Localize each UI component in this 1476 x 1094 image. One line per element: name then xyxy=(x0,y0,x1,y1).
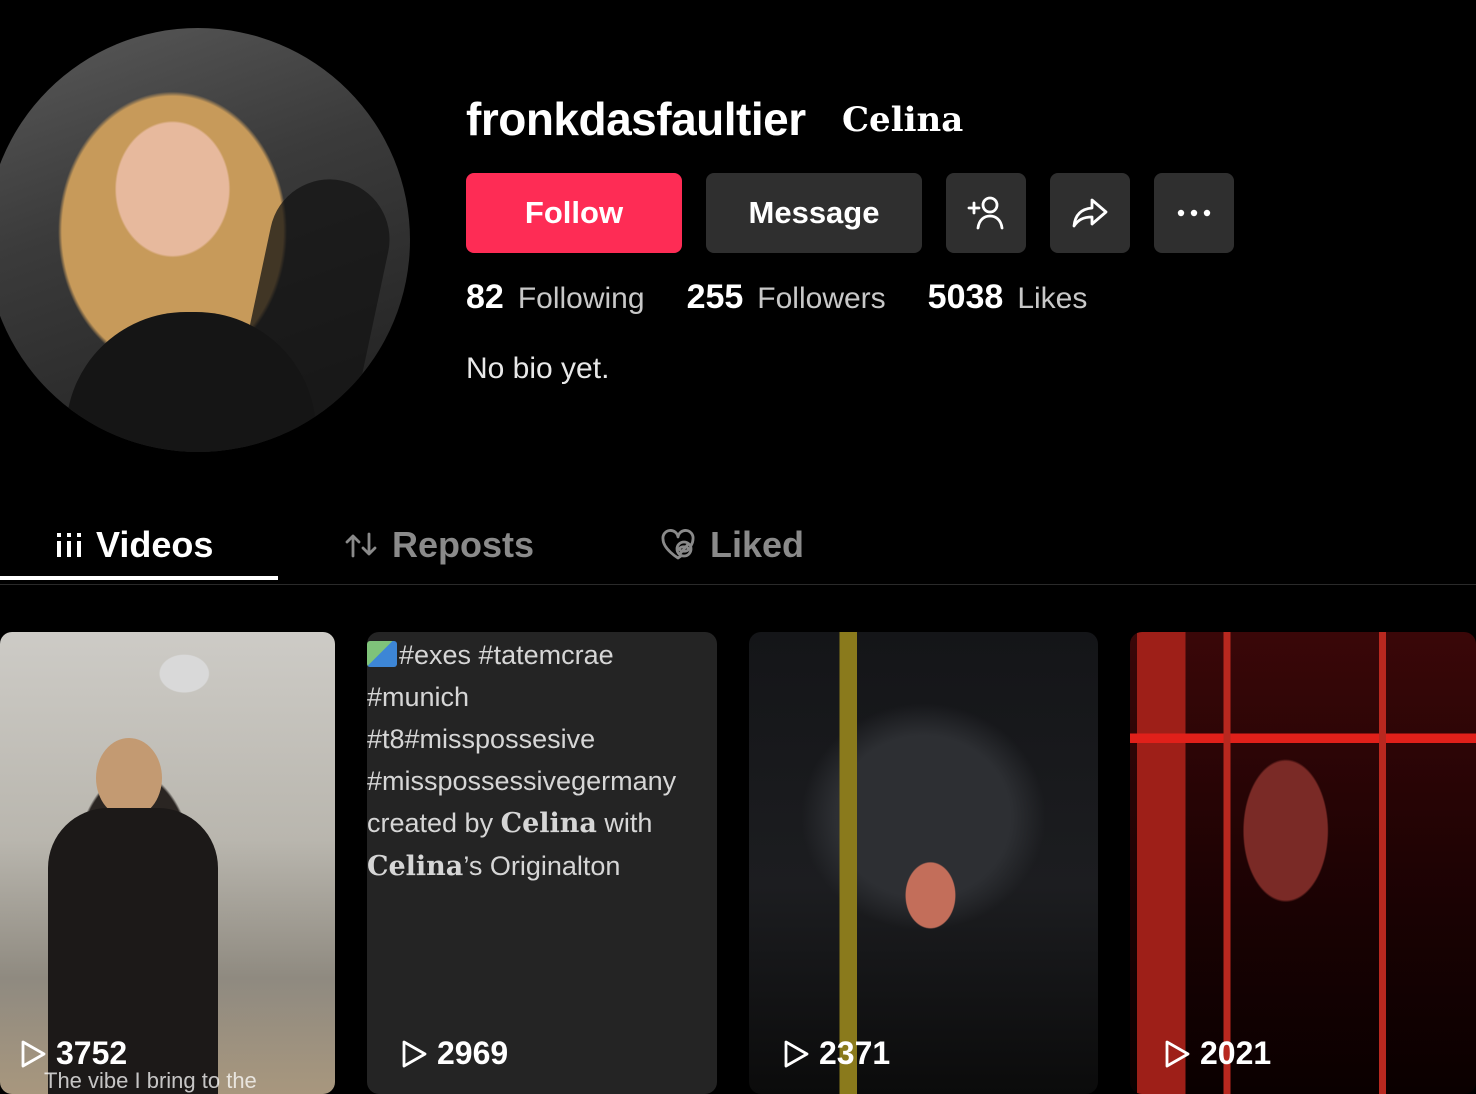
play-icon xyxy=(402,1040,427,1067)
followers-label: Followers xyxy=(757,282,886,315)
more-dots-icon xyxy=(1177,209,1211,217)
profile-tabs: Videos Reposts Liked xyxy=(0,508,1476,585)
profile-bio: No bio yet. xyxy=(466,352,610,385)
play-icon xyxy=(784,1040,809,1067)
view-count-value: 2021 xyxy=(1200,1035,1272,1071)
following-count: 82 xyxy=(466,278,504,316)
tab-videos[interactable]: Videos xyxy=(56,508,213,582)
video-card[interactable]: #exes #tatemcrae #munich #t8#misspossesi… xyxy=(367,632,717,1094)
followers-count: 255 xyxy=(686,278,744,316)
tab-liked[interactable]: Liked xyxy=(660,508,804,582)
tab-videos-label: Videos xyxy=(96,524,214,565)
tab-liked-label: Liked xyxy=(710,524,805,565)
alt-text-line: Celina’s Originalton xyxy=(367,851,621,882)
video-card[interactable]: The vibe I bring to the 3752 xyxy=(0,632,335,1094)
following-label: Following xyxy=(517,282,645,315)
active-tab-indicator xyxy=(0,576,278,580)
view-count-value: 3752 xyxy=(56,1035,128,1071)
video-card[interactable]: 2371 xyxy=(749,632,1098,1094)
play-icon xyxy=(1165,1040,1190,1067)
alt-text-line: #misspossessivegermany xyxy=(367,766,677,796)
tab-reposts-label: Reposts xyxy=(392,524,535,565)
alt-text-line: created by Celina with xyxy=(367,808,653,839)
alt-text-line: #exes #tatemcrae xyxy=(367,634,717,676)
video-thumbnail-figure xyxy=(96,738,162,818)
likes-count: 5038 xyxy=(927,278,1004,316)
view-count: 2021 xyxy=(1162,1035,1271,1072)
stat-likes: 5038 Likes xyxy=(928,278,1088,317)
view-count-value: 2371 xyxy=(819,1035,891,1071)
view-count: 2969 xyxy=(399,1035,508,1072)
tab-reposts[interactable]: Reposts xyxy=(344,508,534,582)
stat-following[interactable]: 82 Following xyxy=(466,278,645,317)
alt-text-line: #t8#misspossesive xyxy=(367,724,596,754)
broken-image-icon xyxy=(367,641,397,667)
share-arrow-icon xyxy=(1072,198,1108,228)
liked-heart-hidden-icon xyxy=(661,529,695,560)
profile-avatar[interactable] xyxy=(0,28,410,452)
profile-username: fronkdasfaultier xyxy=(466,93,806,145)
play-icon xyxy=(21,1040,46,1067)
view-count: 3752 xyxy=(18,1035,127,1072)
video-thumbnail-alt-text: #exes #tatemcrae #munich #t8#misspossesi… xyxy=(367,634,717,888)
add-person-icon xyxy=(967,196,1004,230)
follow-button[interactable]: Follow xyxy=(466,173,682,253)
share-button[interactable] xyxy=(1050,173,1130,253)
more-options-button[interactable] xyxy=(1154,173,1234,253)
add-friend-button[interactable] xyxy=(946,173,1026,253)
profile-stats: 82 Following 255 Followers 5038 Likes xyxy=(466,278,1129,317)
message-button[interactable]: Message xyxy=(706,173,922,253)
videos-grid-icon xyxy=(57,533,81,557)
video-card[interactable]: 2021 xyxy=(1130,632,1476,1094)
view-count: 2371 xyxy=(781,1035,890,1072)
profile-nickname: Celina xyxy=(842,100,964,140)
alt-text-line: #munich xyxy=(367,682,470,712)
repost-icon xyxy=(345,532,377,558)
view-count-value: 2969 xyxy=(437,1035,509,1071)
stat-followers[interactable]: 255 Followers xyxy=(687,278,886,317)
likes-label: Likes xyxy=(1017,282,1088,315)
